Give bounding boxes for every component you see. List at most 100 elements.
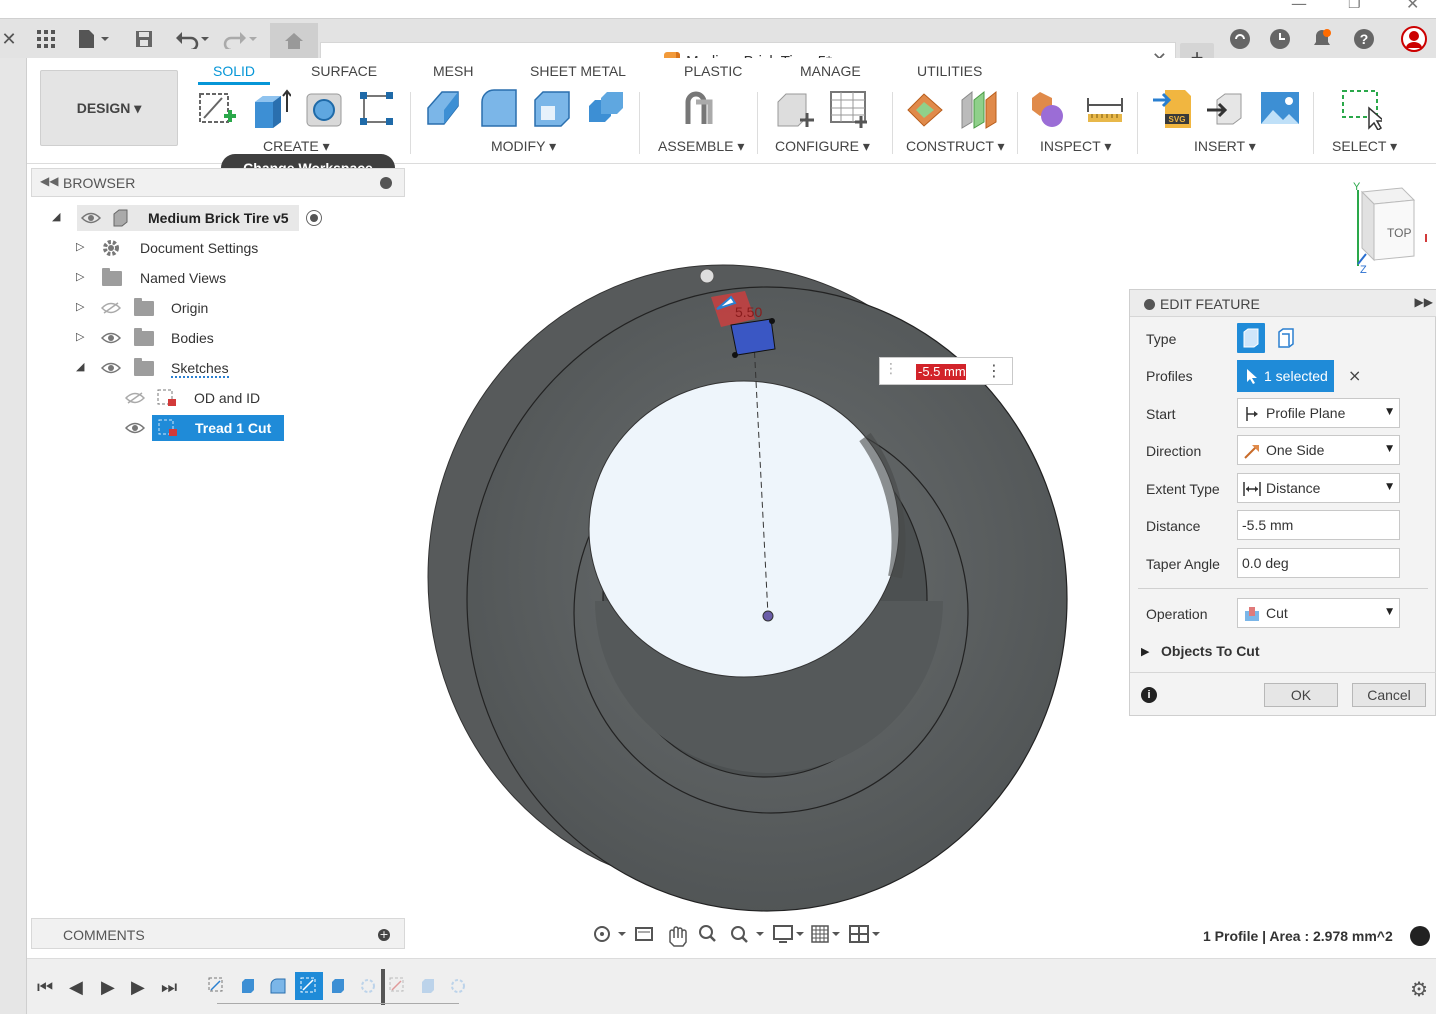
extrude-icon[interactable] — [249, 88, 291, 130]
type-new-body-button[interactable] — [1237, 323, 1265, 353]
insert-group-label[interactable]: INSERT ▾ — [1194, 138, 1256, 155]
profiles-selection-button[interactable]: 1 selected — [1237, 360, 1334, 392]
workspace-switcher-button[interactable]: DESIGN ▾ — [40, 70, 178, 146]
browser-panel-header[interactable]: ◀◀ BROWSER — [31, 168, 405, 197]
minimize-icon[interactable]: — — [1291, 0, 1307, 13]
tree-item-named-views[interactable]: Named Views — [140, 270, 226, 286]
timeline-extrude-icon[interactable] — [329, 977, 347, 995]
select-group-label[interactable]: SELECT ▾ — [1332, 138, 1397, 155]
create-sketch-icon[interactable] — [196, 88, 238, 130]
pan-icon[interactable] — [669, 926, 687, 947]
browser-root-item[interactable]: Medium Brick Tire v5 — [77, 205, 299, 231]
viewport-canvas[interactable]: 5.50 — [405, 197, 1125, 917]
tree-item-document-settings[interactable]: Document Settings — [140, 240, 258, 256]
step-back-icon[interactable]: ◀ — [69, 977, 83, 998]
file-menu-icon[interactable] — [76, 25, 112, 53]
timeline-extrude-icon[interactable] — [419, 977, 437, 995]
drag-handle-icon[interactable]: ⋮ — [884, 361, 898, 377]
tab-solid[interactable]: SOLID — [213, 63, 255, 79]
timeline-pattern-icon[interactable] — [359, 977, 377, 995]
user-avatar[interactable] — [1400, 25, 1428, 53]
visibility-eye-icon[interactable] — [101, 362, 121, 374]
data-panel-grid-icon[interactable] — [34, 25, 58, 53]
insert-svg-icon[interactable]: SVG — [1151, 88, 1193, 130]
extensions-icon[interactable] — [1228, 25, 1252, 53]
midplane-icon[interactable] — [958, 88, 1000, 130]
distance-input-value[interactable]: -5.5 mm — [916, 364, 966, 380]
help-icon[interactable]: ? — [1352, 25, 1376, 53]
tab-plastic[interactable]: PLASTIC — [684, 63, 742, 79]
tab-surface[interactable]: SURFACE — [311, 63, 377, 79]
distance-input[interactable]: -5.5 mm — [1237, 510, 1400, 540]
timeline-fillet-icon[interactable] — [269, 977, 287, 995]
inspect-group-label[interactable]: INSPECT ▾ — [1040, 138, 1111, 155]
extent-type-select[interactable]: Distance ▼ — [1237, 473, 1400, 503]
zoom-window-icon[interactable] — [731, 926, 764, 943]
dialog-header[interactable]: EDIT FEATURE ▶▶ — [1130, 290, 1436, 317]
create-group-label[interactable]: CREATE ▾ — [263, 138, 330, 155]
operation-select[interactable]: Cut ▼ — [1237, 598, 1400, 628]
configure-icon[interactable] — [774, 88, 816, 130]
timeline-pattern-icon[interactable] — [449, 977, 467, 995]
activate-radio-icon[interactable] — [305, 209, 323, 227]
center-point[interactable] — [762, 610, 774, 622]
home-icon[interactable] — [270, 23, 318, 59]
tab-manage[interactable]: MANAGE — [800, 63, 861, 79]
grid-settings-icon[interactable] — [811, 925, 840, 943]
tree-item-bodies[interactable]: Bodies — [171, 330, 214, 346]
undo-icon[interactable] — [174, 25, 212, 53]
configure-group-label[interactable]: CONFIGURE ▾ — [775, 138, 870, 155]
viewports-icon[interactable] — [849, 925, 880, 943]
comments-panel[interactable]: COMMENTS + — [31, 918, 405, 949]
collapse-browser-icon[interactable]: ◀◀ — [40, 174, 58, 188]
timeline-sketch-icon[interactable] — [389, 977, 407, 995]
construct-group-label[interactable]: CONSTRUCT ▾ — [906, 138, 1005, 155]
display-mode-icon[interactable] — [1410, 926, 1430, 946]
expand-dialog-icon[interactable]: ▶▶ — [1415, 295, 1433, 309]
timeline-extrude-icon[interactable] — [239, 977, 257, 995]
notifications-icon[interactable] — [1310, 25, 1334, 53]
joint-icon[interactable] — [678, 88, 720, 130]
assemble-group-label[interactable]: ASSEMBLE ▾ — [658, 138, 744, 155]
tab-mesh[interactable]: MESH — [433, 63, 473, 79]
hidden-eye-icon[interactable] — [125, 392, 145, 404]
direction-select[interactable]: One Side ▼ — [1237, 435, 1400, 465]
go-to-start-icon[interactable]: ⏮ — [37, 977, 53, 998]
save-icon[interactable] — [132, 25, 156, 53]
measure-icon[interactable] — [1084, 88, 1126, 130]
redo-icon[interactable] — [222, 25, 260, 53]
insert-mesh-icon[interactable] — [1205, 88, 1247, 130]
close-panel-icon[interactable]: ✕ — [0, 25, 18, 53]
window-select-icon[interactable] — [1340, 88, 1382, 130]
cancel-button[interactable]: Cancel — [1352, 683, 1426, 707]
tab-utilities[interactable]: UTILITIES — [917, 63, 982, 79]
restore-icon[interactable]: ❐ — [1348, 0, 1361, 12]
combine-icon[interactable] — [585, 88, 627, 130]
info-icon[interactable]: i — [1141, 687, 1157, 703]
revolve-icon[interactable] — [303, 88, 345, 130]
tree-item-origin[interactable]: Origin — [171, 300, 208, 316]
viewcube[interactable]: TOP Y Z — [1340, 180, 1430, 275]
display-settings-icon[interactable] — [773, 925, 804, 943]
step-forward-icon[interactable]: ▶ — [131, 977, 145, 998]
timeline-sketch-active-icon[interactable] — [295, 972, 323, 1000]
type-thin-extrude-button[interactable] — [1273, 325, 1299, 351]
fillet-icon[interactable] — [478, 88, 520, 130]
taper-angle-input[interactable]: 0.0 deg — [1237, 548, 1400, 578]
zoom-icon[interactable] — [699, 925, 716, 942]
start-select[interactable]: Profile Plane ▼ — [1237, 398, 1400, 428]
more-options-icon[interactable]: ⋮ — [986, 361, 1002, 380]
clear-selection-icon[interactable]: × — [1348, 366, 1361, 385]
tree-item-tread-1-cut[interactable]: Tread 1 Cut — [152, 415, 284, 441]
play-icon[interactable]: ▶ — [101, 977, 115, 998]
visibility-eye-icon[interactable] — [81, 212, 101, 224]
offset-plane-icon[interactable] — [904, 88, 946, 130]
tab-sheet-metal[interactable]: SHEET METAL — [530, 63, 626, 79]
press-pull-icon[interactable] — [424, 88, 466, 130]
shell-icon[interactable] — [531, 88, 573, 130]
tree-item-od-and-id[interactable]: OD and ID — [194, 390, 260, 406]
look-at-icon[interactable] — [635, 927, 653, 941]
timeline-sketch-icon[interactable] — [208, 977, 226, 995]
objects-to-cut-label[interactable]: Objects To Cut — [1161, 643, 1260, 659]
insert-canvas-icon[interactable] — [1259, 88, 1301, 130]
